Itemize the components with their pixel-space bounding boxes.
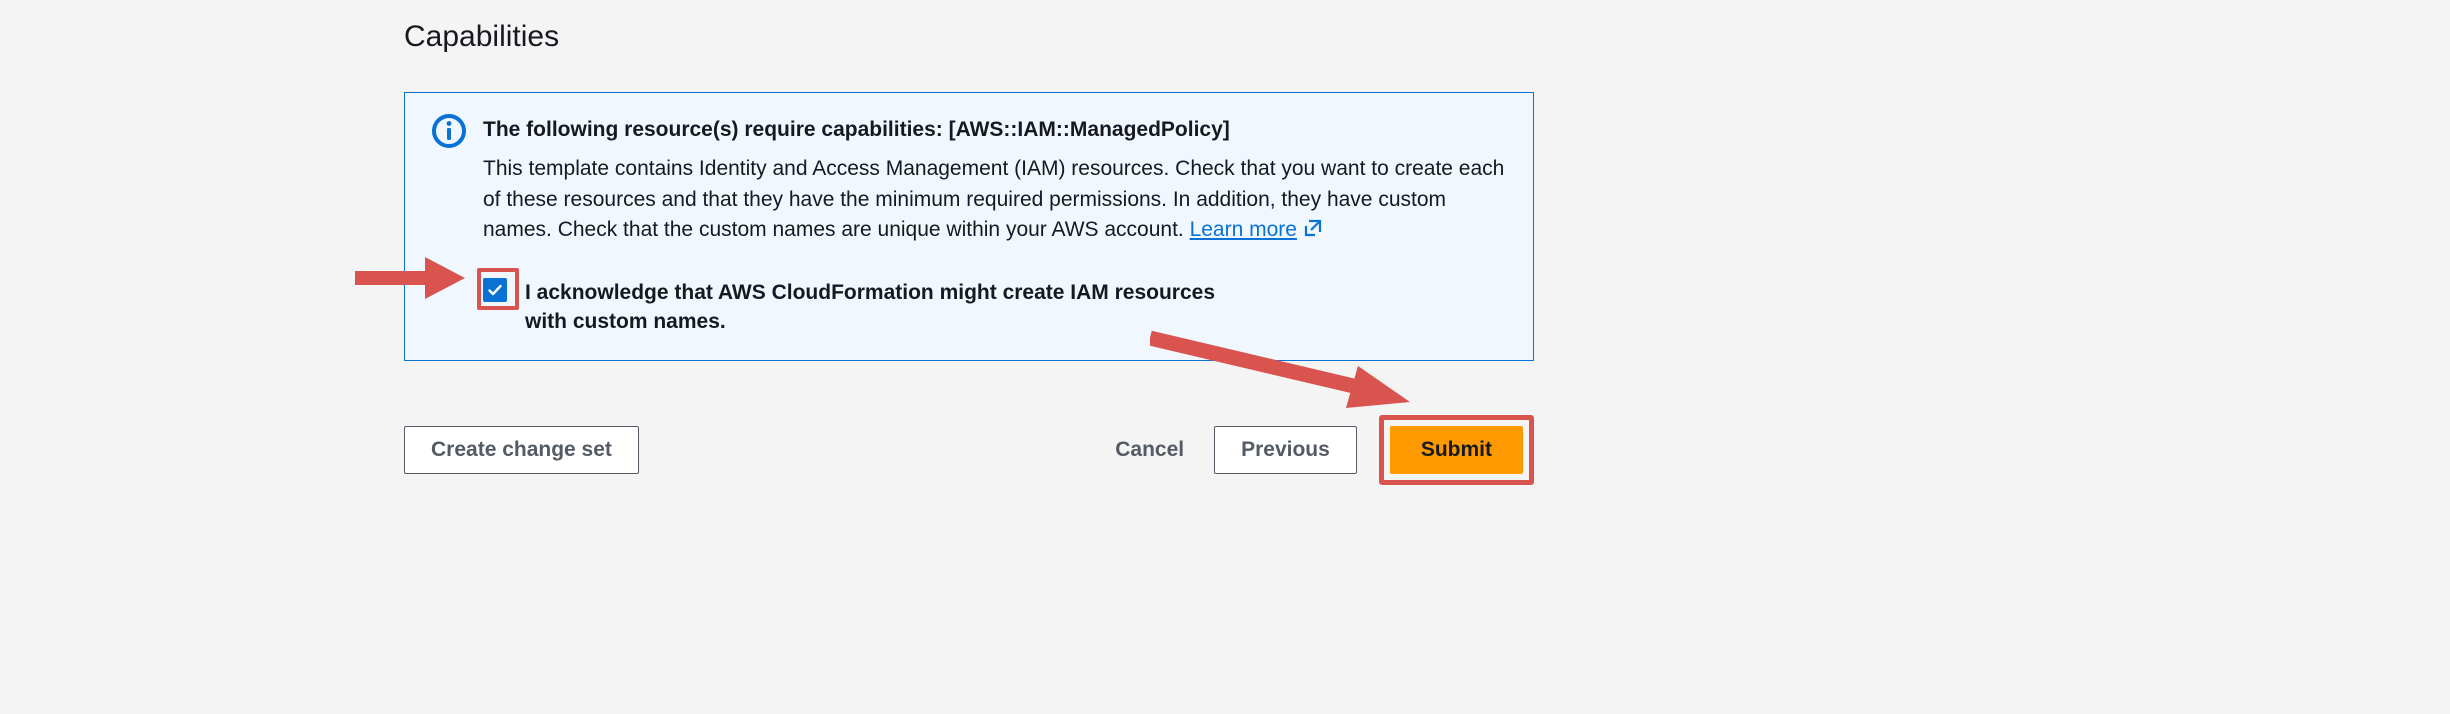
info-text: The following resource(s) require capabi… xyxy=(483,113,1507,248)
acknowledge-checkbox[interactable] xyxy=(483,278,507,302)
acknowledge-row: I acknowledge that AWS CloudFormation mi… xyxy=(431,278,1507,337)
info-row: The following resource(s) require capabi… xyxy=(431,113,1507,248)
page-root: Capabilities The following resource(s) r… xyxy=(0,0,2450,714)
info-body: This template contains Identity and Acce… xyxy=(483,154,1507,247)
right-buttons: Cancel Previous Submit xyxy=(1107,415,1534,484)
capabilities-section: Capabilities The following resource(s) r… xyxy=(404,20,1534,485)
cancel-button[interactable]: Cancel xyxy=(1107,427,1192,472)
left-buttons: Create change set xyxy=(404,426,639,473)
check-icon xyxy=(487,282,503,298)
submit-button[interactable]: Submit xyxy=(1390,426,1523,473)
learn-more-link[interactable]: Learn more xyxy=(1190,218,1323,241)
info-title: The following resource(s) require capabi… xyxy=(483,115,1507,144)
capabilities-info-box: The following resource(s) require capabi… xyxy=(404,92,1534,361)
info-icon xyxy=(431,113,467,149)
button-row: Create change set Cancel Previous Submit xyxy=(404,415,1534,484)
info-body-text: This template contains Identity and Acce… xyxy=(483,157,1504,241)
annotation-submit-highlight: Submit xyxy=(1379,415,1534,484)
external-link-icon xyxy=(1303,217,1323,247)
section-heading: Capabilities xyxy=(404,20,1534,54)
acknowledge-label: I acknowledge that AWS CloudFormation mi… xyxy=(525,278,1245,337)
create-change-set-button[interactable]: Create change set xyxy=(404,426,639,473)
previous-button[interactable]: Previous xyxy=(1214,426,1357,473)
learn-more-label: Learn more xyxy=(1190,218,1297,241)
